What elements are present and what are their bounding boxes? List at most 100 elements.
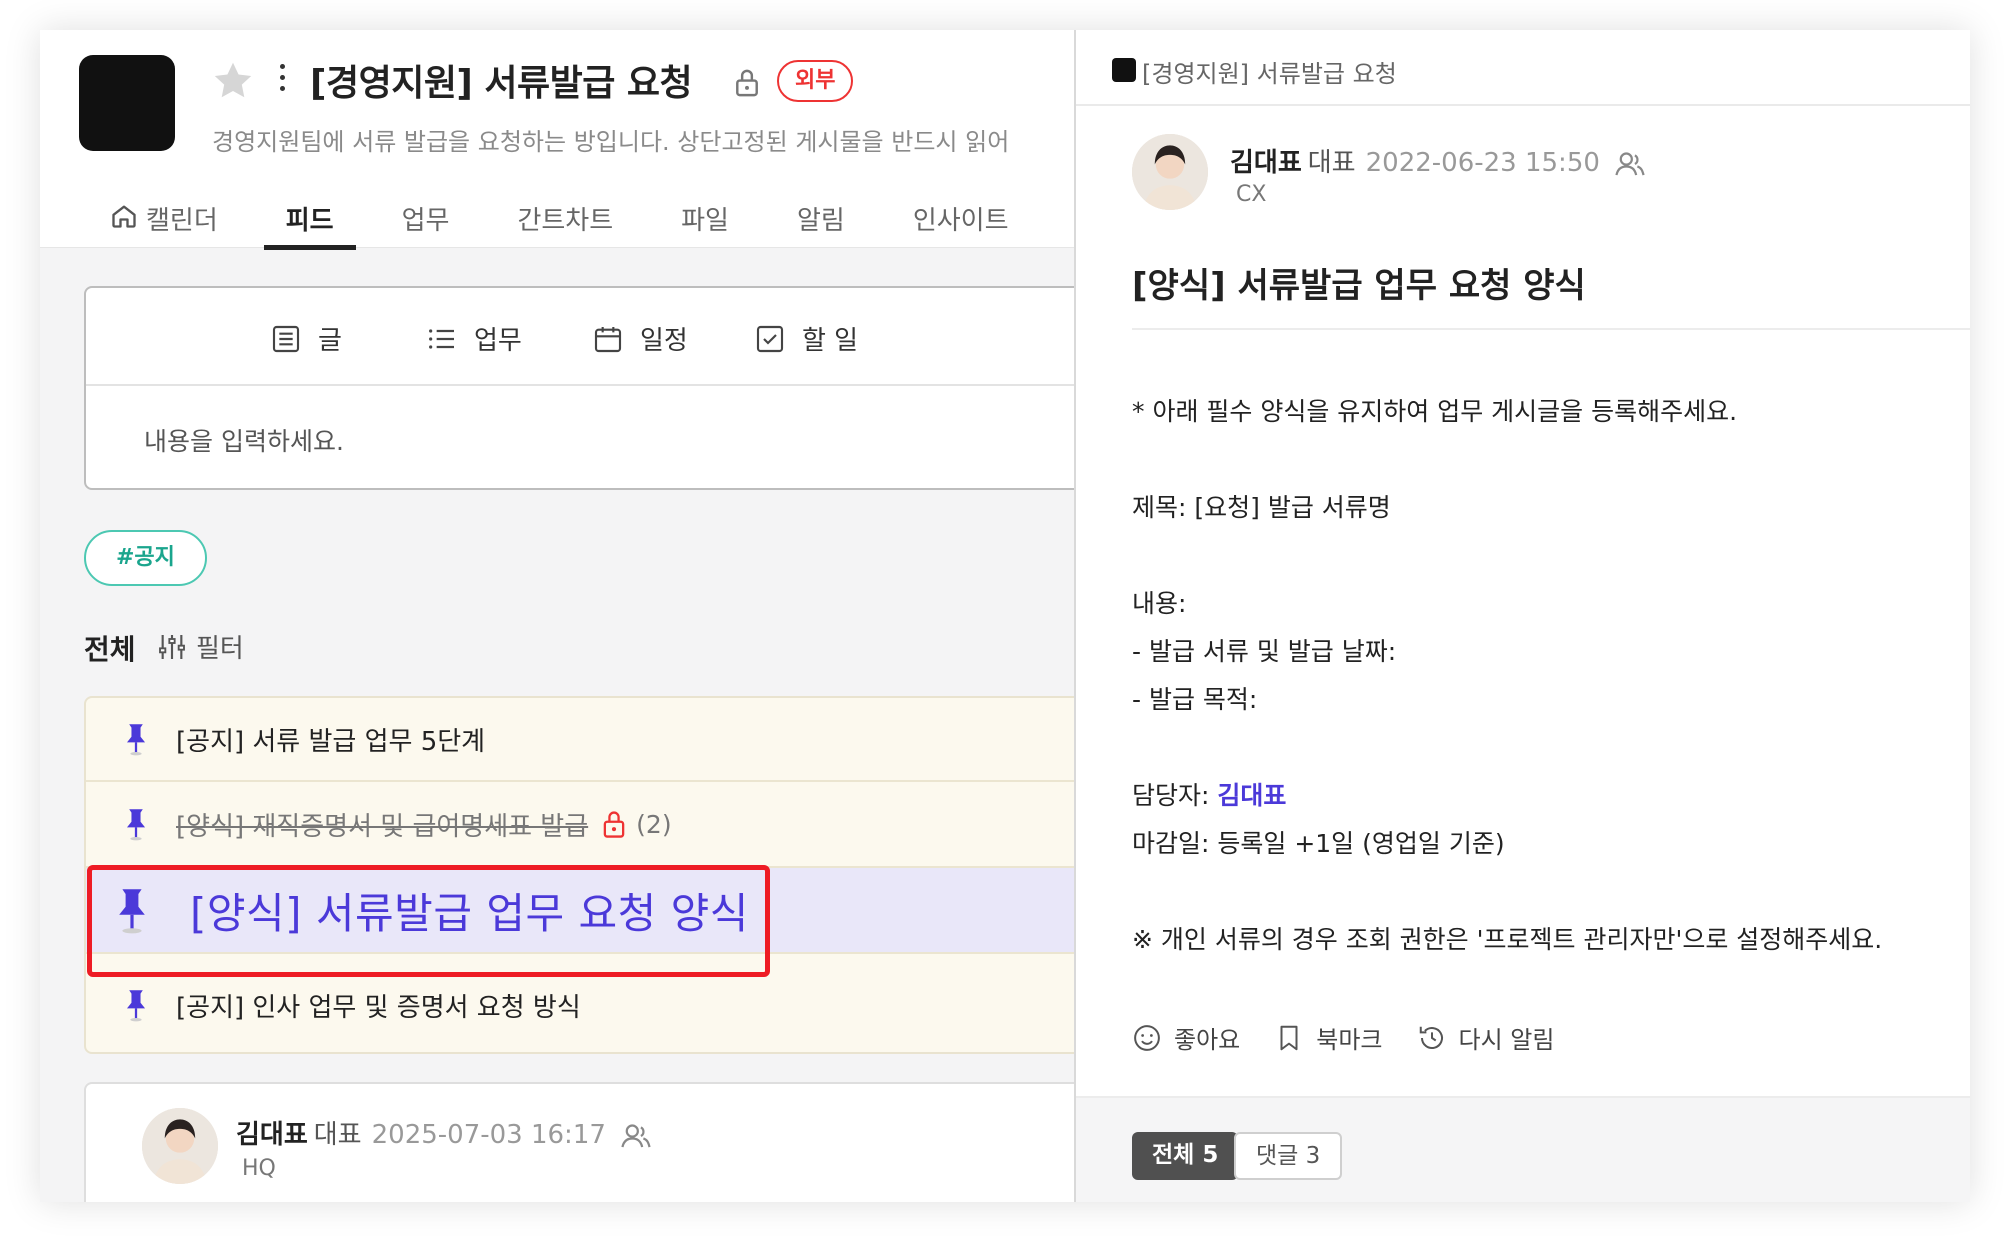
tab-label: 피드 <box>285 206 334 236</box>
feed-post-card[interactable]: 김대표 대표 2025-07-03 16:17 HQ <box>84 1082 1074 1202</box>
more-options-icon[interactable] <box>272 58 292 102</box>
detail-header: [경영지원] 서류발급 요청 <box>1076 30 1970 106</box>
reminder-clock-icon <box>1419 1026 1443 1049</box>
post-date: 2022-06-23 15:50 <box>1365 148 1600 178</box>
tab-notifications[interactable]: 알림 <box>763 190 879 248</box>
project-feed-pane: [경영지원] 서류발급 요청 외부 경영지원팀에 서류 발급을 요청하는 방입니… <box>40 30 1074 1202</box>
app-window: [경영지원] 서류발급 요청 외부 경영지원팀에 서류 발급을 요청하는 방입니… <box>40 30 1970 1202</box>
pinned-item-title: [양식] 재직증명서 및 급여명세표 발급 <box>176 811 589 842</box>
tab-label: 캘린더 <box>146 206 218 236</box>
home-icon <box>112 205 136 228</box>
document-icon <box>272 325 300 352</box>
hashtag-chip[interactable]: #공지 <box>84 530 207 586</box>
composer-type-task[interactable]: 업무 <box>426 320 522 357</box>
remind-button[interactable]: 다시 알림 <box>1417 1020 1555 1055</box>
tab-label: 파일 <box>681 206 729 236</box>
smile-icon <box>1134 1024 1160 1051</box>
people-icon <box>1615 151 1645 175</box>
post-author-line: 김대표 대표 2025-07-03 16:17 <box>236 1114 652 1151</box>
tab-gantt[interactable]: 간트차트 <box>483 190 647 248</box>
calendar-icon <box>594 326 622 352</box>
avatar <box>142 1108 218 1184</box>
assignee-mention[interactable]: 김대표 <box>1217 781 1286 810</box>
avatar <box>1132 134 1208 210</box>
author-role: 대표 <box>313 1120 362 1150</box>
project-tabs: 캘린더 피드 업무 간트차트 파일 알림 인사이트 <box>100 190 1043 250</box>
body-line: - 발급 서류 및 발급 날짜: <box>1132 637 1397 666</box>
author-team: CX <box>1236 182 1267 207</box>
filter-sliders-icon <box>159 634 185 659</box>
tab-calendar[interactable]: 캘린더 <box>100 190 252 248</box>
feed-all-label: 전체 <box>84 633 136 666</box>
tab-label: 알림 <box>796 206 845 236</box>
tab-label: 업무 <box>401 206 450 236</box>
post-detail-pane: [경영지원] 서류발급 요청 김대표 대표 2022-06-23 15:50 CX … <box>1074 30 1970 1202</box>
composer-type-label: 할 일 <box>802 326 859 356</box>
tab-tasks[interactable]: 업무 <box>368 190 484 248</box>
composer-type-label: 업무 <box>474 326 522 356</box>
composer-type-bar: 글 업무 일정 할 일 <box>86 288 1074 386</box>
body-line: - 발급 목적: <box>1132 685 1258 714</box>
project-description: 경영지원팀에 서류 발급을 요청하는 방입니다. 상단고정된 게시물을 반드시 … <box>212 128 1010 156</box>
author-name[interactable]: 김대표 <box>236 1120 308 1150</box>
composer-type-label: 일정 <box>640 326 688 356</box>
post-composer: 글 업무 일정 할 일 내용을 입력하세요. <box>84 286 1074 490</box>
post-date: 2025-07-03 16:17 <box>371 1120 606 1150</box>
external-badge: 외부 <box>777 60 854 102</box>
title-divider <box>1132 328 1970 330</box>
author-name[interactable]: 김대표 <box>1230 148 1302 178</box>
comment-count: (2) <box>636 809 672 839</box>
filter-label: 필터 <box>196 634 244 664</box>
comments-footer: 전체 5 댓글 3 <box>1076 1096 1970 1202</box>
pin-icon <box>126 990 146 1022</box>
tab-files[interactable]: 파일 <box>647 190 763 248</box>
list-icon <box>429 328 454 349</box>
composer-type-schedule[interactable]: 일정 <box>592 320 688 357</box>
composer-input[interactable]: 내용을 입력하세요. <box>144 422 344 458</box>
tab-insights[interactable]: 인사이트 <box>879 190 1043 248</box>
project-logo <box>79 55 175 151</box>
people-icon <box>621 1123 651 1147</box>
checkbox-icon <box>756 325 784 352</box>
pinned-item-title: [공지] 인사 업무 및 증명서 요청 방식 <box>176 992 581 1023</box>
action-label: 좋아요 <box>1174 1026 1241 1054</box>
filter-comments-tab[interactable]: 댓글 3 <box>1234 1132 1343 1180</box>
breadcrumb[interactable]: [경영지원] 서류발급 요청 <box>1142 54 1397 89</box>
project-color-square <box>1112 58 1136 82</box>
post-team: HQ <box>242 1156 276 1181</box>
composer-type-label: 글 <box>318 326 342 356</box>
pinned-item-title: [공지] 서류 발급 업무 5단계 <box>176 726 486 757</box>
pinned-item[interactable]: [공지] 서류 발급 업무 5단계 <box>86 698 1074 782</box>
assignee-line: 담당자: 김대표 <box>1132 776 1286 812</box>
pinned-item[interactable]: [양식] 재직증명서 및 급여명세표 발급 (2) <box>86 782 1074 868</box>
body-line: 마감일: 등록일 +1일 (영업일 기준) <box>1132 829 1505 858</box>
bookmark-icon <box>1280 1025 1298 1050</box>
body-line: 담당자: <box>1132 781 1218 810</box>
like-button[interactable]: 좋아요 <box>1132 1020 1240 1055</box>
project-title: [경영지원] 서류발급 요청 <box>310 63 693 104</box>
composer-type-post[interactable]: 글 <box>270 320 342 357</box>
action-label: 북마크 <box>1316 1026 1383 1054</box>
post-title: [양식] 서류발급 업무 요청 양식 <box>1132 266 1586 306</box>
body-line: ※ 개인 서류의 경우 조회 권한은 '프로젝트 관리자만'으로 설정해주세요. <box>1132 925 1883 954</box>
body-line: 내용: <box>1132 589 1187 618</box>
lock-icon <box>736 69 758 97</box>
tab-label: 인사이트 <box>912 206 1009 236</box>
tab-feed[interactable]: 피드 <box>252 190 368 250</box>
body-line: * 아래 필수 양식을 유지하여 업무 게시글을 등록해주세요. <box>1132 397 1738 426</box>
tab-label: 간트차트 <box>517 206 614 236</box>
detail-author-line: 김대표 대표 2022-06-23 15:50 <box>1230 142 1646 179</box>
favorite-star-icon[interactable] <box>210 58 256 104</box>
bookmark-button[interactable]: 북마크 <box>1274 1020 1383 1055</box>
lock-icon <box>603 811 625 838</box>
composer-type-todo[interactable]: 할 일 <box>754 320 858 357</box>
post-actions: 좋아요 북마크 다시 알림 <box>1132 1020 1588 1055</box>
pin-icon <box>126 724 146 756</box>
pin-icon <box>126 809 146 841</box>
body-line: 제목: [요청] 발급 서류명 <box>1132 493 1391 522</box>
filter-all-tab[interactable]: 전체 5 <box>1132 1132 1239 1180</box>
highlight-annotation-box <box>87 865 770 977</box>
filter-button[interactable]: 필터 <box>156 628 244 665</box>
author-role: 대표 <box>1307 148 1356 178</box>
action-label: 다시 알림 <box>1458 1026 1555 1054</box>
